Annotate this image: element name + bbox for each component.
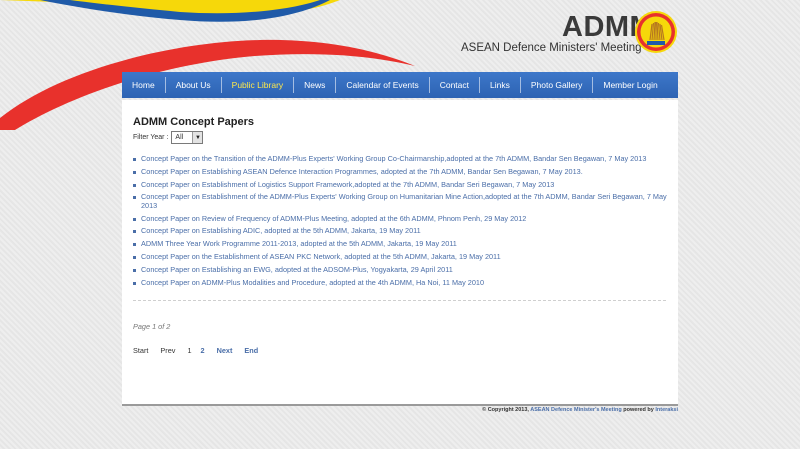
nav-item-links[interactable]: Links bbox=[480, 77, 521, 93]
asean-emblem-icon[interactable] bbox=[634, 10, 678, 54]
list-item: Concept Paper on Establishment of the AD… bbox=[133, 193, 673, 210]
list-item: Concept Paper on ADMM-Plus Modalities an… bbox=[133, 278, 673, 288]
list-item: Concept Paper on Establishing ADIC, adop… bbox=[133, 227, 673, 236]
pagination: Start Prev 1 2 Next End bbox=[133, 346, 270, 355]
concept-paper-link[interactable]: Concept Paper on Establishment of Logist… bbox=[141, 180, 554, 189]
pager-start: Start bbox=[133, 346, 149, 355]
nav-item-contact[interactable]: Contact bbox=[430, 77, 481, 93]
list-item: Concept Paper on the Transition of the A… bbox=[133, 154, 673, 164]
filter-year-label: Filter Year : bbox=[133, 134, 169, 141]
nav-item-public-library[interactable]: Public Library bbox=[222, 77, 295, 93]
content-panel: ADMM Concept Papers Filter Year : All ▼ … bbox=[122, 100, 678, 404]
list-item: Concept Paper on Establishing an EWG, ad… bbox=[133, 265, 673, 275]
concept-paper-link[interactable]: ADMM Three Year Work Programme 2011-2013… bbox=[141, 239, 457, 249]
site-subtitle: ASEAN Defence Ministers' Meeting bbox=[461, 42, 642, 54]
list-item: ADMM Three Year Work Programme 2011-2013… bbox=[133, 240, 673, 249]
pager-next[interactable]: Next bbox=[217, 346, 233, 355]
concept-paper-list: Concept Paper on the Transition of the A… bbox=[133, 154, 673, 291]
list-item: Concept Paper on Establishing ASEAN Defe… bbox=[133, 167, 673, 177]
page-info: Page 1 of 2 bbox=[133, 322, 171, 331]
concept-paper-link[interactable]: Concept Paper on the Transition of the A… bbox=[141, 154, 646, 163]
nav-item-home[interactable]: Home bbox=[122, 77, 166, 93]
list-item: Concept Paper on Establishment of Logist… bbox=[133, 180, 673, 190]
footer-copyright: © Copyright 2013, bbox=[482, 407, 529, 413]
nav-item-news[interactable]: News bbox=[294, 77, 337, 93]
pager-page-2[interactable]: 2 bbox=[201, 346, 205, 355]
concept-paper-link[interactable]: Concept Paper on ADMM-Plus Modalities an… bbox=[141, 278, 484, 287]
nav-item-about-us[interactable]: About Us bbox=[166, 77, 222, 93]
pager-current-page: 1 bbox=[187, 346, 192, 355]
pager-end[interactable]: End bbox=[244, 346, 258, 355]
footer: © Copyright 2013, ASEAN Defence Minister… bbox=[378, 407, 678, 413]
pager-prev: Prev bbox=[160, 346, 176, 355]
main-navigation: Home About Us Public Library News Calend… bbox=[122, 72, 678, 98]
concept-paper-link[interactable]: Concept Paper on Establishing ASEAN Defe… bbox=[141, 167, 583, 176]
nav-item-calendar-of-events[interactable]: Calendar of Events bbox=[336, 77, 430, 93]
concept-paper-link[interactable]: Concept Paper on Establishing an EWG, ad… bbox=[141, 265, 453, 274]
list-item: Concept Paper on Review of Frequency of … bbox=[133, 214, 673, 224]
filter-year-select[interactable]: All ▼ bbox=[171, 131, 204, 144]
footer-divider bbox=[122, 404, 678, 406]
concept-paper-link[interactable]: Concept Paper on the Establishment of AS… bbox=[141, 252, 501, 261]
concept-paper-link[interactable]: Concept Paper on Establishment of the AD… bbox=[141, 192, 667, 210]
filter-year: Filter Year : All ▼ bbox=[133, 131, 204, 144]
footer-powered: powered by bbox=[623, 407, 654, 413]
nav-item-member-login[interactable]: Member Login bbox=[593, 77, 667, 93]
nav-item-photo-gallery[interactable]: Photo Gallery bbox=[521, 77, 594, 93]
concept-paper-link[interactable]: Concept Paper on Review of Frequency of … bbox=[141, 214, 526, 223]
concept-paper-link[interactable]: Concept Paper on Establishing ADIC, adop… bbox=[141, 226, 421, 236]
footer-site-link[interactable]: ASEAN Defence Minister's Meeting bbox=[530, 407, 621, 413]
divider bbox=[133, 300, 666, 301]
footer-powered-link[interactable]: Interaksi bbox=[655, 407, 678, 413]
chevron-down-icon[interactable]: ▼ bbox=[192, 132, 203, 143]
filter-year-value: All bbox=[175, 134, 184, 141]
page-title: ADMM Concept Papers bbox=[133, 116, 255, 128]
list-item: Concept Paper on the Establishment of AS… bbox=[133, 252, 673, 262]
